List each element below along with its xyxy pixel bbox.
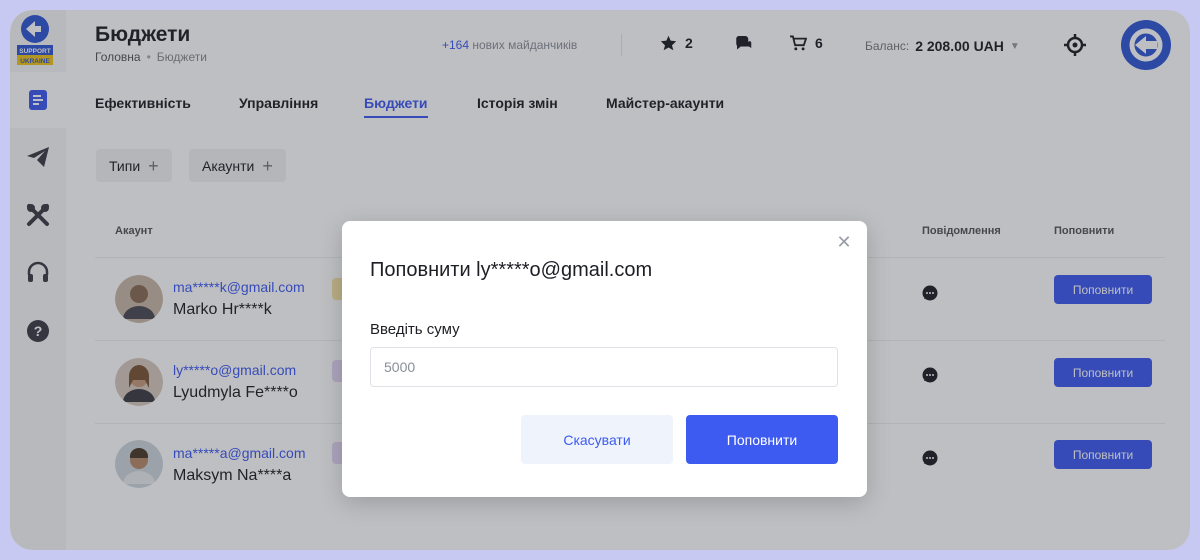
topup-modal: ✕ Поповнити ly*****o@gmail.com Введіть с… [342,221,867,497]
amount-input[interactable] [370,347,838,387]
modal-title: Поповнити ly*****o@gmail.com [370,259,653,281]
amount-label: Введіть суму [370,321,460,338]
app-window: SUPPORT UKRAINE ? Бюджети Головна • Бюджет… [10,10,1190,550]
cancel-button[interactable]: Скасувати [521,415,673,464]
close-icon[interactable]: ✕ [835,232,853,252]
submit-topup-button[interactable]: Поповнити [686,415,838,464]
